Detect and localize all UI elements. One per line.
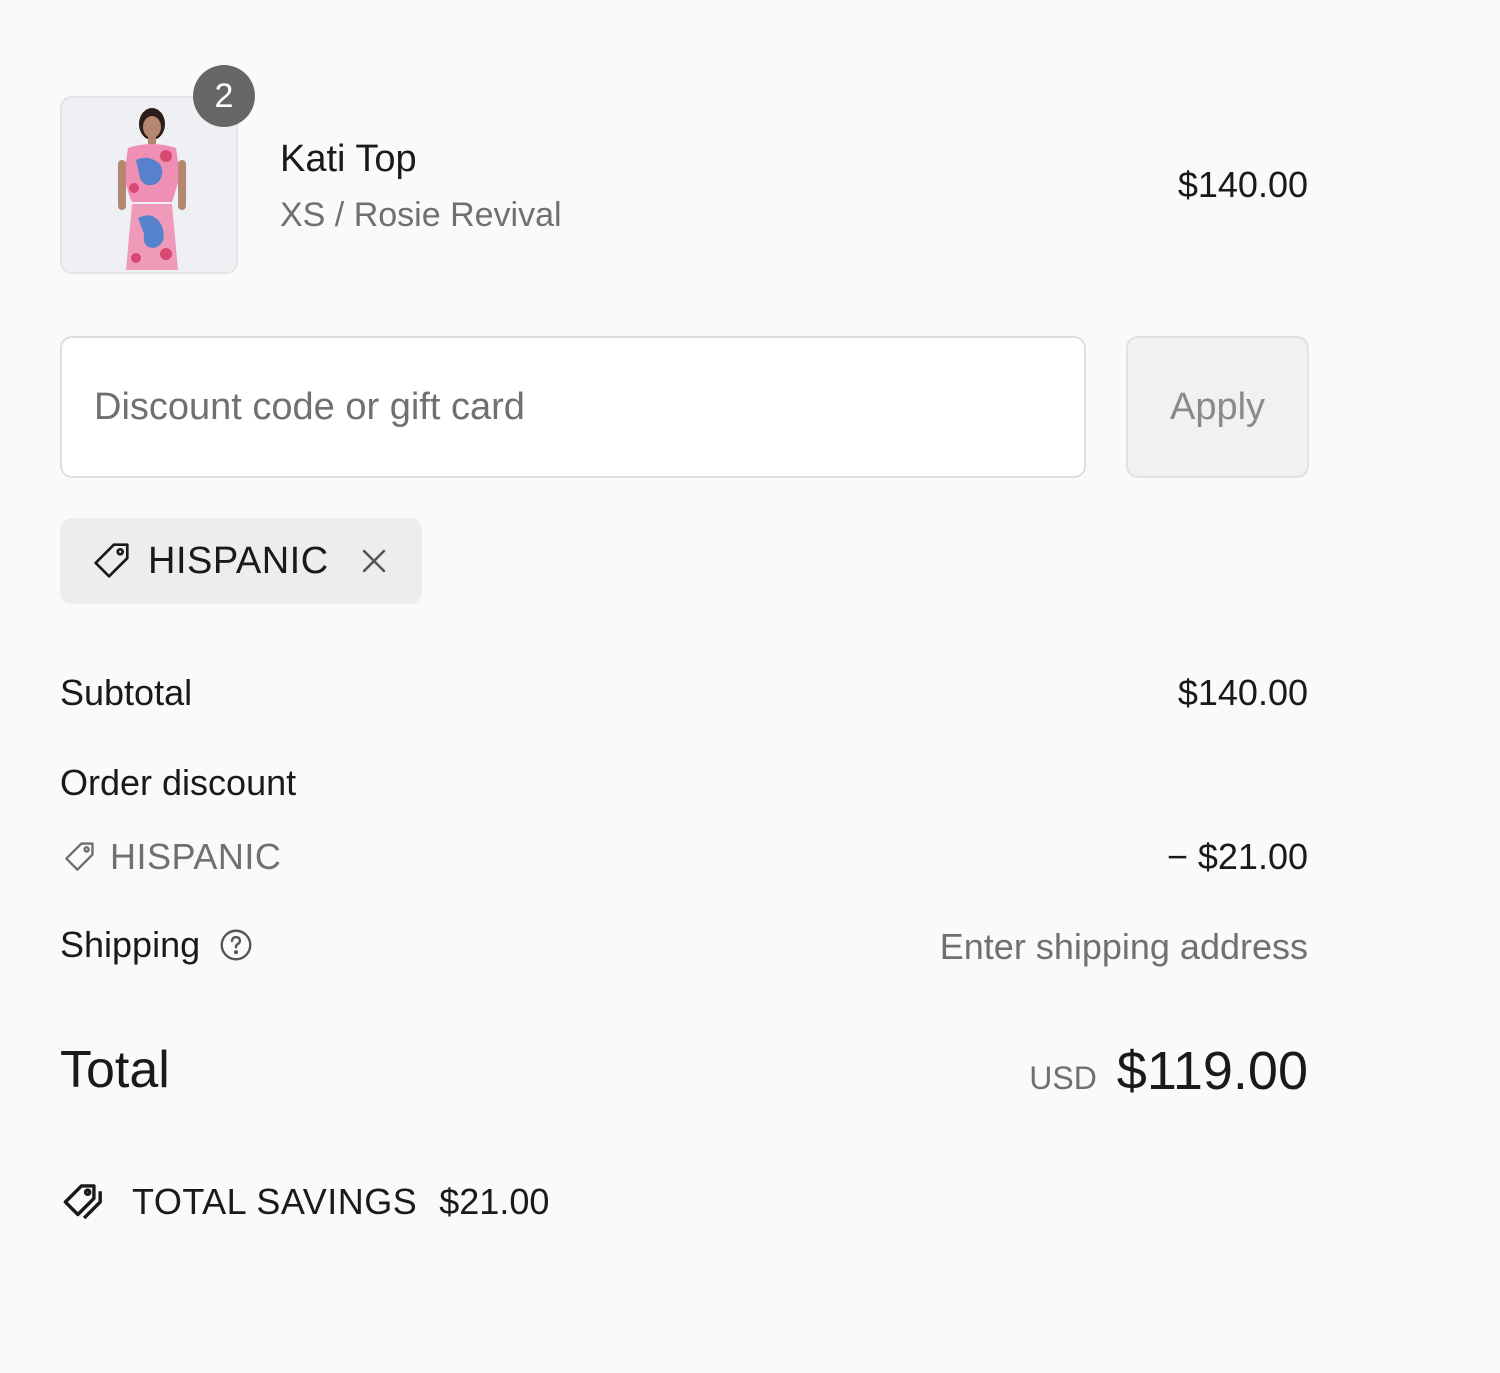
quantity-badge: 2 (193, 65, 255, 127)
total-savings-label: TOTAL SAVINGS (132, 1181, 418, 1222)
double-tag-icon (60, 1180, 110, 1224)
tag-icon (88, 538, 134, 584)
shipping-label: Shipping (60, 924, 201, 965)
total-savings: TOTAL SAVINGS $21.00 (60, 1180, 549, 1224)
currency-code: USD (1029, 1060, 1097, 1096)
question-circle-icon[interactable] (218, 927, 254, 963)
shipping-row-label: Shipping (60, 924, 254, 966)
product-variant: XS / Rosie Revival (280, 196, 562, 234)
product-name: Kati Top (280, 138, 417, 180)
order-discount-value: − $21.00 (1166, 836, 1308, 877)
applied-discount-code: HISPANIC (148, 539, 329, 582)
applied-discount-chip: HISPANIC (60, 518, 422, 604)
product-price: $140.00 (1177, 164, 1308, 205)
total-amount: $119.00 (1116, 1041, 1308, 1101)
close-icon[interactable] (357, 544, 391, 578)
total-savings-value: $21.00 (439, 1181, 550, 1222)
total-label: Total (60, 1041, 170, 1099)
order-discount-code-text: HISPANIC (110, 836, 282, 877)
order-discount-label: Order discount (60, 762, 297, 803)
tag-icon (60, 838, 98, 876)
total-value: USD $119.00 (1029, 1040, 1308, 1102)
subtotal-value: $140.00 (1177, 672, 1308, 713)
shipping-value: Enter shipping address (939, 926, 1308, 967)
subtotal-label: Subtotal (60, 672, 193, 713)
product-image (62, 98, 236, 272)
order-discount-code: HISPANIC (60, 836, 281, 878)
discount-code-input[interactable] (60, 336, 1086, 478)
apply-discount-button[interactable]: Apply (1126, 336, 1309, 478)
